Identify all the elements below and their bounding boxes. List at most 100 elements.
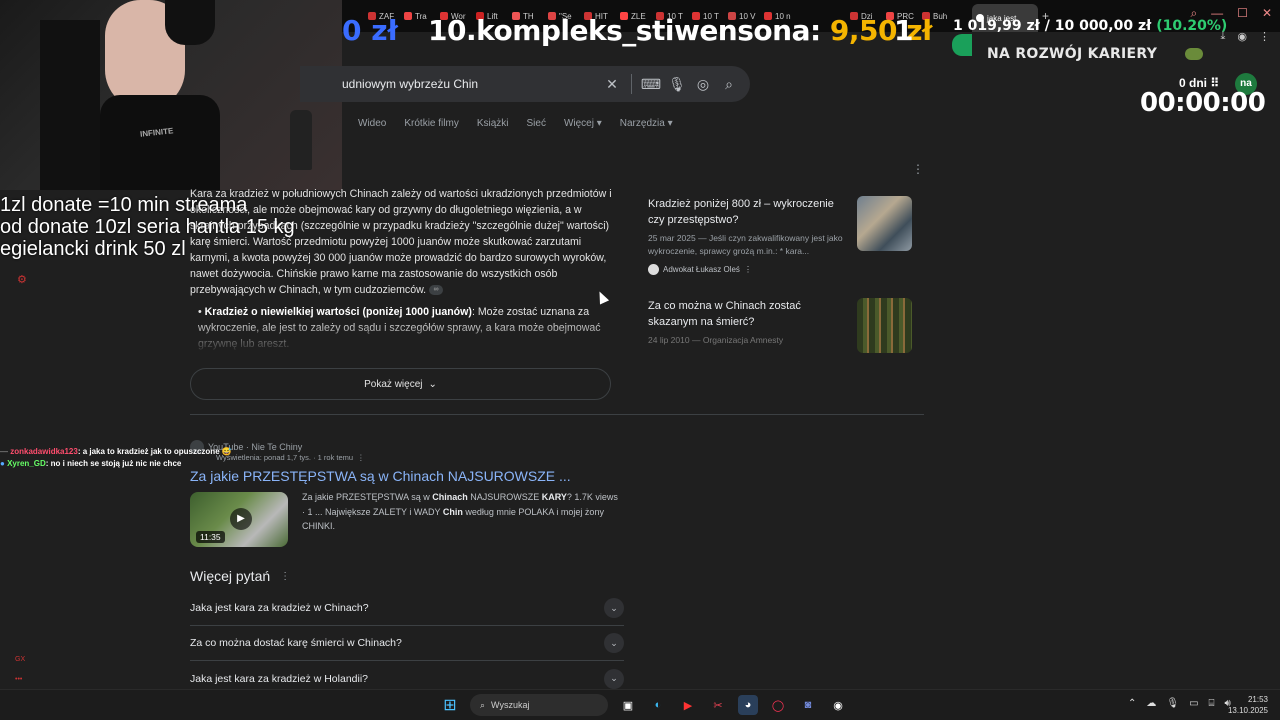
screen: INFINITE ZAF Tra Wor Lift TH "Se HIT ZLE… bbox=[0, 0, 1280, 720]
browser-tab[interactable]: Wor bbox=[436, 12, 472, 21]
browser-tab[interactable]: 10 V bbox=[724, 12, 760, 21]
discord-icon[interactable]: ◙ bbox=[798, 695, 818, 715]
kebab-icon[interactable]: ⋮ bbox=[744, 265, 752, 274]
desc-bold: Chin bbox=[442, 506, 463, 517]
browser-tab-active[interactable]: jaka jest bbox=[972, 4, 1038, 32]
tab-ksiazki[interactable]: Książki bbox=[477, 118, 509, 129]
close-icon[interactable]: ✕ bbox=[1262, 6, 1272, 21]
browser-tab[interactable]: PRC bbox=[882, 12, 918, 21]
question-text: Jaka jest kara za kradzież w Holandii? bbox=[190, 672, 368, 685]
webcam-feed: INFINITE bbox=[0, 0, 342, 190]
youtube-icon[interactable]: ▶ bbox=[678, 695, 698, 715]
tab-label: "Se bbox=[559, 11, 572, 21]
tab-label: Buh bbox=[933, 11, 948, 21]
source-card[interactable]: Kradzież poniżej 800 zł – wykroczenie cz… bbox=[648, 196, 918, 275]
browser-tab[interactable]: Tra bbox=[400, 12, 436, 21]
search-tabs-icon[interactable]: ⌕ bbox=[1190, 6, 1197, 21]
browser-tab[interactable]: ZLE bbox=[616, 12, 652, 21]
tab-favicon-icon bbox=[512, 12, 520, 20]
yt-title-link[interactable]: Za jakie PRZESTĘPSTWA są w Chinach NAJSU… bbox=[190, 468, 571, 484]
text-fade bbox=[190, 320, 615, 354]
microphone-icon[interactable]: 🎙︎ bbox=[1166, 698, 1179, 709]
search-input[interactable]: udniowym wybrzeżu Chin bbox=[300, 77, 599, 91]
lens-icon[interactable]: ◎ bbox=[690, 76, 716, 93]
download-icon[interactable]: ⤓ bbox=[1221, 30, 1226, 43]
bullet-heading: Kradzież o niewielkiej wartości (poniżej… bbox=[204, 306, 472, 318]
microphone-icon[interactable]: 🎙︎ bbox=[664, 76, 690, 93]
opera-icon[interactable]: ◯ bbox=[768, 695, 788, 715]
edge-icon[interactable]: ◐ bbox=[648, 695, 668, 715]
desc-text: NAJSUROWSZE bbox=[467, 492, 542, 502]
chat-badge-icon: — bbox=[0, 447, 11, 456]
browser-tab[interactable]: 10 n bbox=[760, 12, 796, 21]
minimize-icon[interactable]: — bbox=[1211, 6, 1223, 21]
snipping-tool-icon[interactable]: ✂ bbox=[708, 695, 728, 715]
rule-line: od donate 10zl seria hantla 15 kg bbox=[0, 216, 295, 238]
monitor-icon[interactable]: ▭ bbox=[1189, 698, 1198, 709]
chat-message: — zonkadawidka123: a jaka to kradzież ja… bbox=[0, 446, 232, 458]
yt-description: Za jakie PRZESTĘPSTWA są w Chinach NAJSU… bbox=[302, 490, 622, 534]
card-title[interactable]: Za co można w Chinach zostać skazanym na… bbox=[648, 298, 850, 330]
tab-favicon-icon bbox=[620, 12, 628, 20]
browser-tab[interactable]: HIT bbox=[580, 12, 616, 21]
tab-label: ZLE bbox=[631, 11, 646, 21]
tab-wiecej[interactable]: Więcej ▾ bbox=[564, 118, 602, 129]
browser-tab[interactable]: Lift bbox=[472, 12, 508, 21]
maximize-icon[interactable]: ☐ bbox=[1237, 6, 1248, 21]
cloud-icon[interactable]: ☁ bbox=[1146, 698, 1156, 709]
keyboard-icon[interactable]: ⌨ bbox=[638, 76, 664, 93]
chevron-down-icon[interactable]: ⌄ bbox=[604, 633, 624, 653]
stream-gear-icon: ⚙ bbox=[17, 274, 27, 286]
kebab-icon[interactable]: ⋮ bbox=[280, 571, 290, 582]
tab-label: Lift bbox=[487, 11, 498, 21]
video-thumbnail[interactable]: ▶ 11:35 bbox=[190, 492, 288, 547]
chat-text: : no i niech se stoją już nic nie chce bbox=[45, 459, 182, 468]
tab-siec[interactable]: Sieć bbox=[527, 118, 546, 129]
browser-tab[interactable]: TH bbox=[508, 12, 544, 21]
menu-icon[interactable]: ⋮ bbox=[1259, 30, 1270, 43]
show-more-button[interactable]: Pokaż więcej ⌄ bbox=[190, 368, 611, 400]
link-icon[interactable]: ∞ bbox=[429, 285, 444, 296]
obs-icon[interactable]: ◉ bbox=[828, 695, 848, 715]
tab-wideo[interactable]: Wideo bbox=[358, 118, 386, 129]
tab-label: jaka jest bbox=[987, 13, 1017, 23]
tab-favicon-icon bbox=[548, 12, 556, 20]
new-tab-icon[interactable]: + bbox=[1038, 9, 1058, 23]
related-question[interactable]: Jaka jest kara za kradzież w Chinach? ⌄ bbox=[190, 591, 624, 626]
card-thumbnail bbox=[857, 298, 912, 353]
browser-tab[interactable]: Buh bbox=[918, 12, 954, 21]
chat-badge-icon: ● bbox=[0, 459, 8, 468]
clear-icon[interactable]: ✕ bbox=[599, 76, 625, 93]
tab-krotkie-filmy[interactable]: Krótkie filmy bbox=[404, 118, 458, 129]
card-title[interactable]: Kradzież poniżej 800 zł – wykroczenie cz… bbox=[648, 196, 850, 228]
show-more-label: Pokaż więcej bbox=[364, 378, 423, 390]
more-options-icon[interactable]: ⋮ bbox=[912, 162, 924, 176]
profile-icon[interactable]: ◉ bbox=[1237, 30, 1247, 43]
tab-narzedzia[interactable]: Narzędzia ▾ bbox=[620, 118, 673, 129]
browser-tab[interactable]: Dzi bbox=[846, 12, 882, 21]
chevron-down-icon[interactable]: ⌄ bbox=[604, 668, 624, 689]
search-bar[interactable]: udniowym wybrzeżu Chin ✕ ⌨ 🎙︎ ◎ ⌕ bbox=[300, 66, 750, 102]
card-desc: 25 mar 2025 — Jeśli czyn zakwalifikowany… bbox=[648, 233, 843, 256]
chat-message: ● Xyren_GD: no i niech se stoją już nic … bbox=[0, 458, 232, 470]
taskbar-search[interactable]: ⌕ Wyszukaj bbox=[470, 694, 608, 716]
chevron-up-icon[interactable]: ⌃ bbox=[1128, 698, 1136, 709]
kebab-icon[interactable]: ⋮ bbox=[357, 453, 365, 462]
related-question[interactable]: Za co można dostać karę śmierci w Chinac… bbox=[190, 626, 624, 661]
play-icon[interactable]: ▶ bbox=[230, 508, 252, 530]
network-icon[interactable]: ⌸ bbox=[1209, 698, 1215, 709]
chevron-down-icon[interactable]: ⌄ bbox=[604, 598, 624, 618]
video-duration: 11:35 bbox=[196, 531, 225, 543]
search-icon[interactable]: ⌕ bbox=[716, 76, 742, 93]
source-card[interactable]: Za co można w Chinach zostać skazanym na… bbox=[648, 298, 918, 353]
browser-tab[interactable]: "Se bbox=[544, 12, 580, 21]
browser-tab[interactable]: 10 T bbox=[688, 12, 724, 21]
tab-label: Wor bbox=[451, 11, 466, 21]
windows-start-icon[interactable]: ⊞ bbox=[440, 695, 460, 715]
browser-tab[interactable]: ZAF bbox=[364, 12, 400, 21]
badge-icon: GX bbox=[15, 656, 26, 663]
browser-tab[interactable]: 10 T bbox=[652, 12, 688, 21]
steam-icon[interactable]: ◕ bbox=[738, 695, 758, 715]
taskbar-clock[interactable]: 21:53 13.10.2025 bbox=[1226, 694, 1268, 716]
task-view-icon[interactable]: ▣ bbox=[618, 695, 638, 715]
